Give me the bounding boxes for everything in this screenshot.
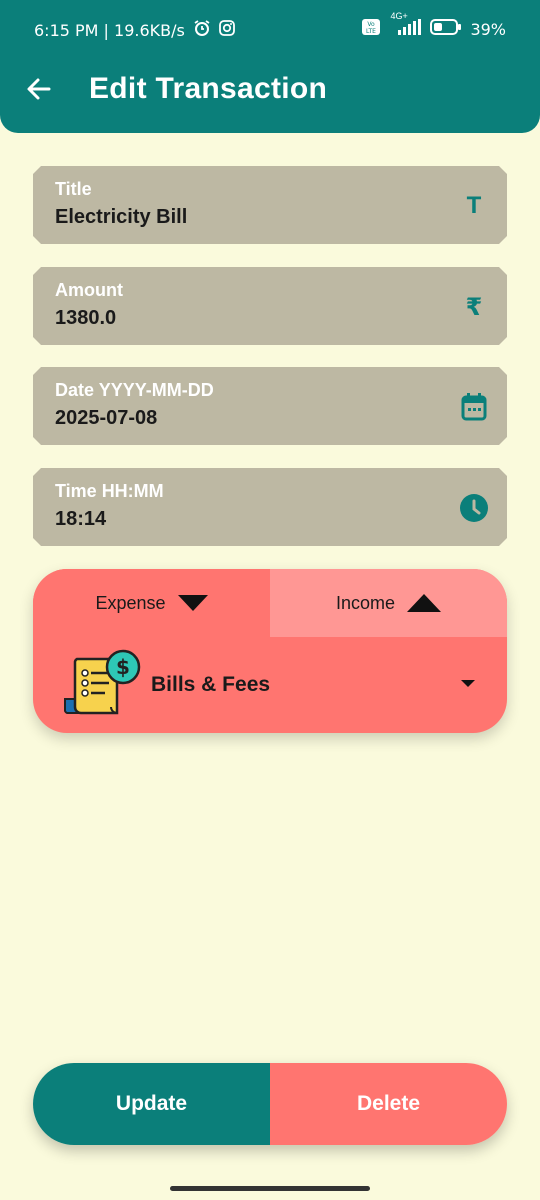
triangle-down-icon — [177, 595, 208, 611]
network-type: 4G+ — [390, 11, 408, 21]
status-left: 6:15 PM | 19.6KB/s — [34, 19, 235, 42]
svg-text:$: $ — [116, 655, 130, 679]
volte-icon: Vo LTE — [362, 19, 381, 40]
date-field-label: Date YYYY-MM-DD — [55, 380, 214, 400]
chevron-down-icon[interactable] — [461, 680, 475, 687]
tab-income-label: Income — [335, 592, 396, 613]
triangle-up-icon — [407, 594, 442, 612]
app-bar: 6:15 PM | 19.6KB/s Vo LTE 4G+ 39% Edit T… — [0, 0, 540, 133]
status-right: Vo LTE 4G+ 39% — [362, 11, 506, 40]
arrow-left-icon — [27, 78, 51, 100]
title-field-value[interactable]: Electricity Bill — [55, 206, 187, 229]
status-time-speed: 6:15 PM | 19.6KB/s — [34, 21, 185, 40]
text-icon: T — [466, 192, 482, 219]
update-button[interactable]: Update — [33, 1063, 270, 1145]
tab-income[interactable]: Income — [270, 569, 507, 637]
time-field[interactable]: Time HH:MM 18:14 — [33, 468, 507, 546]
date-field[interactable]: Date YYYY-MM-DD 2025-07-08 — [33, 367, 507, 445]
status-bar: 6:15 PM | 19.6KB/s Vo LTE 4G+ 39% — [0, 0, 540, 60]
amount-field[interactable]: Amount 1380.0 ₹ — [33, 267, 507, 345]
date-field-value[interactable]: 2025-07-08 — [55, 407, 157, 430]
page-title: Edit Transaction — [89, 72, 328, 105]
back-button[interactable] — [22, 72, 56, 106]
time-field-value[interactable]: 18:14 — [55, 508, 106, 531]
amount-field-value[interactable]: 1380.0 — [55, 307, 116, 330]
home-indicator[interactable] — [170, 1186, 370, 1191]
tab-expense[interactable]: Expense — [33, 569, 270, 637]
category-name: Bills & Fees — [151, 673, 271, 696]
clock-icon[interactable] — [459, 493, 489, 523]
category-selector[interactable]: $ Bills & Fees — [33, 637, 507, 733]
rupee-icon: ₹ — [465, 293, 483, 321]
category-card: Expense Income $ Bills & Fees — [33, 569, 507, 733]
delete-button[interactable]: Delete — [270, 1063, 507, 1145]
signal-icon: 4G+ — [388, 11, 422, 40]
title-field-label: Title — [55, 179, 92, 199]
calendar-icon[interactable] — [459, 392, 489, 422]
tab-expense-label: Expense — [95, 592, 166, 613]
amount-field-label: Amount — [55, 280, 123, 300]
instagram-icon — [218, 20, 235, 41]
alarm-icon — [193, 19, 211, 42]
time-field-label: Time HH:MM — [55, 481, 164, 501]
battery-percent: 39% — [470, 20, 506, 39]
title-field[interactable]: Title Electricity Bill T — [33, 166, 507, 244]
bill-icon: $ — [63, 649, 143, 721]
battery-icon — [430, 19, 462, 40]
svg-text:Vo: Vo — [368, 21, 376, 28]
svg-text:LTE: LTE — [366, 28, 376, 35]
action-buttons: Update Delete — [33, 1063, 507, 1145]
